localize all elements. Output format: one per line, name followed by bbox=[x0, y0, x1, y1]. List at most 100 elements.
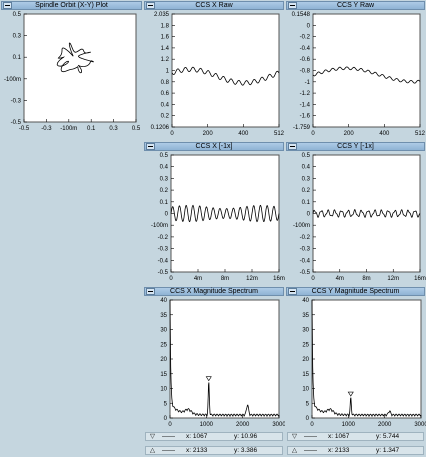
y-tick-label: 35 bbox=[302, 313, 309, 319]
y-tick-label: 0.3 bbox=[160, 176, 169, 182]
y-tick-label: -0.3 bbox=[11, 98, 22, 104]
y-tick-label: 0.3 bbox=[13, 34, 22, 40]
y-tick-label: 1.2 bbox=[161, 57, 170, 63]
cursor-x-value: x: 2133 bbox=[186, 447, 208, 454]
ccs-x-spectrum-panel: CCS X Magnitude Spectrum 40 35 30 25 20 15 10 5… bbox=[143, 286, 286, 457]
y-tick-label: -1.2 bbox=[300, 91, 311, 97]
y-tick-label: -100m bbox=[4, 77, 21, 83]
y-tick-label: 10 bbox=[160, 387, 167, 393]
y-tick-label: 40 bbox=[160, 298, 167, 304]
cursor-row-2[interactable]: △ —— x: 2133 y: 1.347 bbox=[287, 446, 424, 455]
x-tick-label: 16m bbox=[273, 276, 285, 282]
x-tick-label: 3000 bbox=[414, 422, 426, 428]
x-tick-label: 200 bbox=[344, 131, 355, 137]
ccs-x-1x-chart: 0.50.40.30.20.10-100m-0.2-0.3-0.4-0.50 4m… bbox=[151, 153, 285, 282]
cursor-line-icon: —— bbox=[304, 447, 317, 454]
x-tick-label: -100m bbox=[60, 126, 77, 132]
plot-area bbox=[311, 299, 422, 419]
y-tick-label: -1.4 bbox=[300, 102, 311, 108]
y-tick-label: 0 bbox=[307, 23, 311, 29]
y-tick-label: 1 bbox=[166, 69, 170, 75]
orbit-chart: 0.50.30.1-100m-0.3-0.5-0.5 -0.3 -100m 0.1 0.… bbox=[4, 12, 141, 132]
y-tick-label: 0.6 bbox=[161, 91, 170, 97]
x-tick-label: 0 bbox=[169, 276, 173, 282]
y-tick-label: 0 bbox=[165, 212, 169, 218]
cursor-line-icon: —— bbox=[162, 433, 175, 440]
y-tick-label: 0.4 bbox=[302, 165, 311, 171]
ccs-x-raw-chart: 2.035 1.8 1.6 1.4 1.2 1 0.8 0.6 0.4 0.2 0.12060 200… bbox=[151, 12, 285, 137]
orbit-plot-panel: Spindle Orbit (X-Y) Plot 0.5 0.3 0.1 -100m -… bbox=[0, 0, 143, 141]
x-tick-label: 12m bbox=[246, 276, 258, 282]
y-tick-label: 0.2 bbox=[161, 114, 170, 120]
x-tick-label: -0.3 bbox=[41, 126, 52, 132]
ccs-y-raw-chart: 0.1548 0 -0.2 -0.4 -0.6 -0.8 -1 -1.2 -1.4 -1.6 -1.… bbox=[292, 12, 426, 137]
cursor-1-icon: ▽ bbox=[292, 433, 297, 440]
x-tick-label: 0.5 bbox=[132, 126, 141, 132]
cursor-line-icon: —— bbox=[162, 447, 175, 454]
y-tick-label: 0.1 bbox=[13, 55, 22, 61]
y-tick-label: -100m bbox=[151, 223, 168, 229]
y-tick-label: -1.6 bbox=[300, 114, 311, 120]
cursor-row-1[interactable]: ▽ —— x: 1067 y: 5.744 bbox=[287, 432, 424, 441]
y-tick-label: -0.2 bbox=[158, 235, 169, 241]
x-tick-label: 16m bbox=[414, 276, 426, 282]
y-tick-label: 10 bbox=[302, 387, 309, 393]
y-tick-label: 1.8 bbox=[161, 23, 170, 29]
y-tick-label: -0.3 bbox=[158, 247, 169, 253]
ccs-y-1x-chart: 0.50.40.30.20.10-100m-0.2-0.3-0.4-0.50 4m… bbox=[293, 153, 426, 282]
cursor-line-icon: —— bbox=[304, 433, 317, 440]
ccs-y-spectrum-chart: 40 35 30 25 20 15 10 5 00 1000 2000 3000 bbox=[302, 298, 426, 428]
y-tick-label: 0.1 bbox=[160, 200, 169, 206]
y-tick-label: -0.3 bbox=[300, 247, 311, 253]
ccs-y-1x-panel: CCS Y [-1x] 0.5 0.4 0.3 0.2 0.1 0 -100m -0.2 -0.… bbox=[285, 141, 426, 286]
cursor-2-icon: △ bbox=[150, 447, 155, 454]
cursor-y-value: y: 3.386 bbox=[234, 447, 258, 454]
cursor-x-value: x: 2133 bbox=[328, 447, 350, 454]
y-tick-label: 0 bbox=[306, 416, 310, 422]
plot-area bbox=[312, 13, 421, 128]
y-tick-label: 0.4 bbox=[160, 165, 169, 171]
y-tick-label: 25 bbox=[302, 342, 309, 348]
x-tick-label: 0.1 bbox=[87, 126, 96, 132]
y-tick-label: 0.2 bbox=[160, 188, 169, 194]
x-tick-label: 0 bbox=[310, 422, 314, 428]
x-tick-label: 0 bbox=[168, 422, 172, 428]
y-tick-label: -1 bbox=[305, 80, 311, 86]
cursor-row-2[interactable]: △ —— x: 2133 y: 3.386 bbox=[145, 446, 283, 455]
y-tick-label: 0.2 bbox=[302, 188, 311, 194]
cursor-row-1[interactable]: ▽ —— x: 1067 y: 10.96 bbox=[145, 432, 283, 441]
y-tick-label: 0.5 bbox=[160, 153, 169, 159]
x-tick-label: 4m bbox=[336, 276, 344, 282]
y-tick-label: -0.2 bbox=[300, 235, 311, 241]
ccs-x-spectrum-chart: 40353025201510500 1000 2000 3000 bbox=[160, 298, 286, 428]
x-tick-label: 400 bbox=[379, 131, 390, 137]
x-tick-label: -0.5 bbox=[19, 126, 30, 132]
x-tick-label: 8m bbox=[362, 276, 370, 282]
y-tick-label: 1.6 bbox=[161, 35, 170, 41]
y-tick-label: 30 bbox=[160, 328, 167, 334]
cursor-x-value: x: 1067 bbox=[328, 433, 350, 440]
x-tick-label: 512 bbox=[415, 131, 426, 137]
y-tick-label: 0.3 bbox=[302, 176, 311, 182]
x-tick-label: 8m bbox=[221, 276, 229, 282]
x-tick-label: 1000 bbox=[200, 422, 214, 428]
ccs-x-1x-panel: CCS X [-1x] 0.5 0.4 0.3 0.2 0.1 0 -100m -0.2 -0.… bbox=[143, 141, 285, 286]
y-tick-label: 15 bbox=[302, 372, 309, 378]
x-tick-label: 0 bbox=[311, 131, 315, 137]
x-tick-label: 4m bbox=[194, 276, 202, 282]
y-tick-label: 0.1 bbox=[302, 200, 311, 206]
x-tick-label: 0 bbox=[311, 276, 315, 282]
ccs-y-raw-panel: CCS Y Raw 0.1548 0 -0.2 -0.4 -0.6 -0.8 -1 -1.2-… bbox=[285, 0, 426, 141]
x-tick-label: 400 bbox=[238, 131, 249, 137]
y-tick-label: 35 bbox=[160, 313, 167, 319]
y-tick-label: -0.5 bbox=[300, 270, 311, 276]
y-tick-label: 1.4 bbox=[161, 46, 170, 52]
cursor-1-icon: ▽ bbox=[150, 433, 155, 440]
x-tick-label: 512 bbox=[274, 131, 285, 137]
y-tick-label: 30 bbox=[302, 328, 309, 334]
cursor-x-value: x: 1067 bbox=[186, 433, 208, 440]
y-tick-label: 2.035 bbox=[154, 12, 170, 18]
plot-area bbox=[169, 299, 280, 419]
y-tick-label: 20 bbox=[160, 357, 167, 363]
cursor-2-icon: △ bbox=[292, 447, 297, 454]
